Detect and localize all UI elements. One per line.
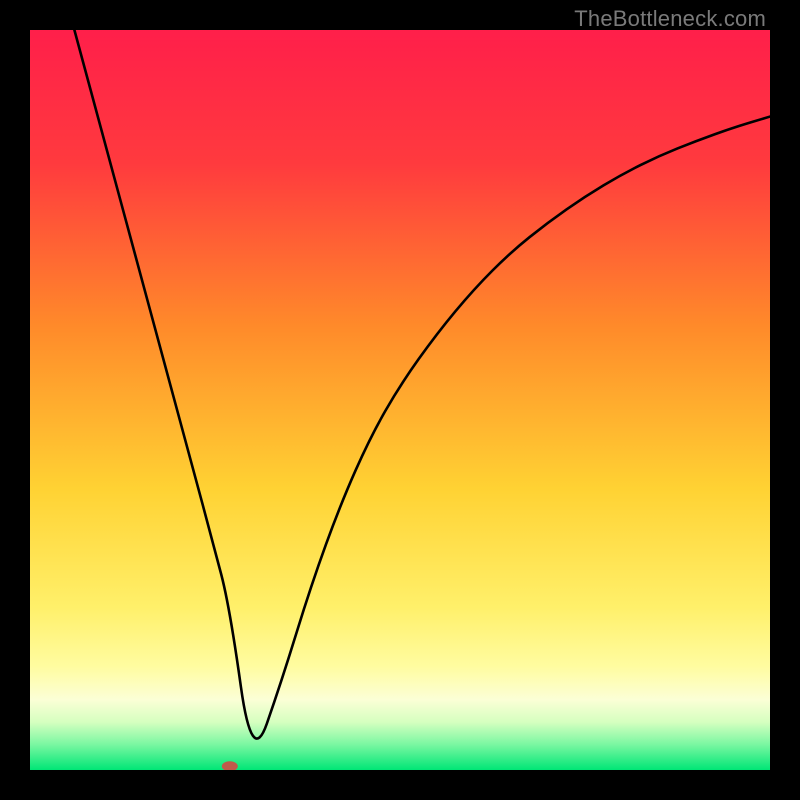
bottleneck-curve [74, 30, 770, 739]
watermark-text: TheBottleneck.com [574, 6, 766, 32]
plot-area [30, 30, 770, 770]
chart-frame: TheBottleneck.com [0, 0, 800, 800]
curve-layer [30, 30, 770, 770]
optimum-marker [222, 761, 238, 770]
